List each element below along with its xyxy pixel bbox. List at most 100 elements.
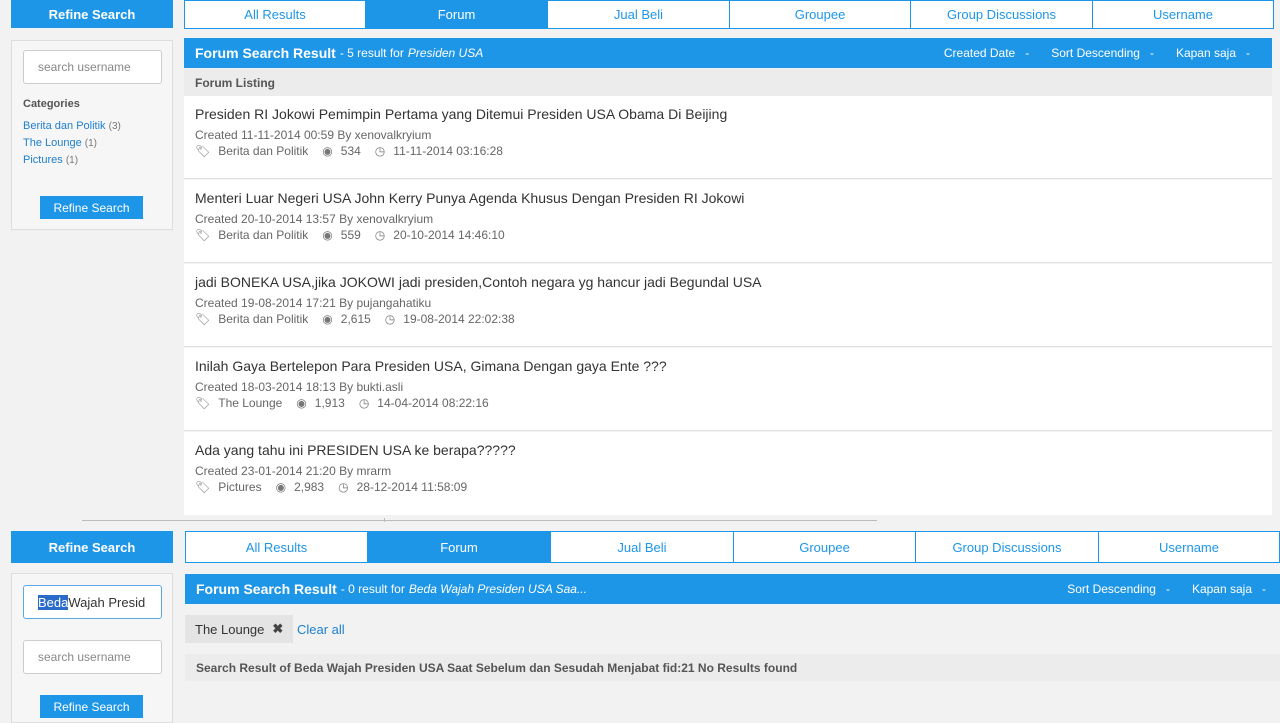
tab-all-results[interactable]: All Results (184, 0, 366, 29)
thread-category: Berita dan Politik (218, 312, 309, 326)
thread-title[interactable]: Inilah Gaya Bertelepon Para Presiden USA… (195, 358, 667, 374)
panel-divider (82, 520, 877, 521)
thread-last-post: 28-12-2014 11:58:09 (356, 480, 468, 494)
clock-icon: ◷ (374, 228, 386, 242)
thread-views: 1,913 (314, 396, 345, 410)
tab-group-discussions[interactable]: Group Discussions (911, 0, 1093, 29)
result-summary: - 5 result for (339, 46, 404, 60)
tag-icon: 🏷︎ (195, 228, 211, 242)
result-title: Forum Search Result (195, 45, 336, 61)
keyword-rest-text: Wajah Presid (68, 594, 146, 610)
thread-last-post: 20-10-2014 14:46:10 (393, 228, 505, 242)
tab-forum[interactable]: Forum (366, 0, 548, 29)
refine-search-button[interactable]: Refine Search (40, 196, 143, 219)
result-tabs: All Results Forum Jual Beli Groupee Grou… (184, 0, 1274, 29)
category-list: Berita dan Politik (3) The Lounge (1) Pi… (23, 118, 121, 169)
sort-created-date-dropdown[interactable]: Created Date (944, 46, 1029, 60)
categories-title: Categories (23, 98, 80, 110)
sort-controls: Sort Descending Kapan saja (1067, 582, 1280, 596)
keyword-input[interactable]: Beda Wajah Presid (23, 585, 162, 619)
tag-icon: 🏷︎ (195, 144, 211, 158)
forum-result-bar: Forum Search Result - 0 result for Beda … (185, 574, 1280, 604)
thread-views: 2,615 (340, 312, 371, 326)
thread-row: Menteri Luar Negeri USA John Kerry Punya… (184, 180, 1272, 263)
tag-icon: 🏷︎ (195, 312, 211, 326)
close-icon[interactable]: ✖ (272, 621, 283, 637)
tag-icon: 🏷︎ (195, 480, 211, 494)
thread-row: Presiden RI Jokowi Pemimpin Pertama yang… (184, 96, 1272, 179)
thread-category: The Lounge (218, 396, 283, 410)
result-tabs: All Results Forum Jual Beli Groupee Grou… (185, 531, 1280, 563)
result-summary: - 0 result for (340, 582, 405, 596)
sort-order-dropdown[interactable]: Sort Descending (1051, 46, 1154, 60)
search-username-input[interactable]: search username (23, 640, 162, 674)
eye-icon: ◉ (322, 228, 333, 242)
thread-views: 534 (340, 144, 361, 158)
filter-chip-label: The Lounge (195, 621, 265, 637)
sort-controls: Created Date Sort Descending Kapan saja (944, 46, 1272, 60)
thread-title[interactable]: Ada yang tahu ini PRESIDEN USA ke berapa… (195, 442, 516, 458)
thread-row: Inilah Gaya Bertelepon Para Presiden USA… (184, 348, 1272, 431)
refine-search-header: Refine Search (11, 0, 173, 28)
result-query: Beda Wajah Presiden USA Saa... (408, 582, 587, 596)
category-item[interactable]: The Lounge (1) (23, 135, 121, 152)
category-link[interactable]: The Lounge (23, 137, 82, 149)
category-count: (1) (84, 138, 98, 149)
forum-listing-header: Forum Listing (184, 69, 1272, 96)
eye-icon: ◉ (322, 144, 333, 158)
tab-all-results[interactable]: All Results (185, 531, 368, 563)
thread-views: 2,983 (294, 480, 325, 494)
thread-meta: 🏷︎ Berita dan Politik ◉ 534 ◷ 11-11-2014 03… (195, 144, 517, 158)
clock-icon: ◷ (374, 144, 386, 158)
tab-jual-beli[interactable]: Jual Beli (551, 531, 734, 563)
thread-meta: 🏷︎ The Lounge ◉ 1,913 ◷ 14-04-2014 08:22:16 (195, 396, 503, 410)
result-title: Forum Search Result (196, 581, 337, 597)
thread-title[interactable]: Menteri Luar Negeri USA John Kerry Punya… (195, 190, 744, 206)
category-link[interactable]: Berita dan Politik (23, 120, 106, 132)
tab-groupee[interactable]: Groupee (730, 0, 911, 29)
refine-search-button[interactable]: Refine Search (40, 695, 143, 718)
keyword-selected-text: Beda (38, 594, 69, 610)
clear-all-link[interactable]: Clear all (297, 622, 345, 637)
thread-meta: 🏷︎ Berita dan Politik ◉ 559 ◷ 20-10-2014 14… (195, 228, 519, 242)
thread-title[interactable]: jadi BONEKA USA,jika JOKOWI jadi preside… (195, 274, 762, 290)
category-link[interactable]: Pictures (23, 154, 63, 166)
clock-icon: ◷ (358, 396, 370, 410)
sort-time-dropdown[interactable]: Kapan saja (1176, 46, 1250, 60)
thread-created: Created 20-10-2014 13:57 By xenovalkryiu… (195, 212, 434, 226)
thread-row: Ada yang tahu ini PRESIDEN USA ke berapa… (184, 432, 1272, 515)
tab-groupee[interactable]: Groupee (734, 531, 916, 563)
tab-username[interactable]: Username (1099, 531, 1280, 563)
forum-result-bar: Forum Search Result - 5 result for Presi… (184, 38, 1272, 68)
clock-icon: ◷ (384, 312, 396, 326)
result-query: Presiden USA (407, 46, 484, 60)
eye-icon: ◉ (275, 480, 287, 494)
thread-row: jadi BONEKA USA,jika JOKOWI jadi preside… (184, 264, 1272, 347)
thread-category: Pictures (218, 480, 262, 494)
eye-icon: ◉ (296, 396, 307, 410)
tab-jual-beli[interactable]: Jual Beli (548, 0, 730, 29)
tab-group-discussions[interactable]: Group Discussions (916, 531, 1099, 563)
thread-last-post: 11-11-2014 03:16:28 (393, 144, 503, 158)
tab-forum[interactable]: Forum (368, 531, 551, 563)
tab-username[interactable]: Username (1093, 0, 1274, 29)
no-results-message: Search Result of Beda Wajah Presiden USA… (185, 654, 1280, 681)
tag-icon: 🏷︎ (195, 396, 211, 410)
category-item[interactable]: Berita dan Politik (3) (23, 118, 121, 135)
thread-views: 559 (340, 228, 361, 242)
forum-search-panel-top: Refine Search search username Categories… (0, 0, 1280, 518)
thread-last-post: 19-08-2014 22:02:38 (403, 312, 515, 326)
refine-search-header: Refine Search (11, 531, 173, 563)
category-item[interactable]: Pictures (1) (23, 152, 121, 169)
thread-last-post: 14-04-2014 08:22:16 (377, 396, 489, 410)
category-count: (3) (108, 121, 121, 132)
thread-title[interactable]: Presiden RI Jokowi Pemimpin Pertama yang… (195, 106, 727, 122)
thread-category: Berita dan Politik (218, 144, 309, 158)
filter-chip: The Lounge ✖ (185, 615, 294, 643)
search-username-input[interactable]: search username (23, 50, 162, 84)
sort-time-dropdown[interactable]: Kapan saja (1192, 582, 1266, 596)
sort-order-dropdown[interactable]: Sort Descending (1067, 582, 1170, 596)
thread-meta: 🏷︎ Berita dan Politik ◉ 2,615 ◷ 19-08-2014 … (195, 312, 529, 326)
thread-created: Created 19-08-2014 17:21 By pujangahatik… (195, 296, 432, 310)
category-count: (1) (65, 155, 79, 166)
